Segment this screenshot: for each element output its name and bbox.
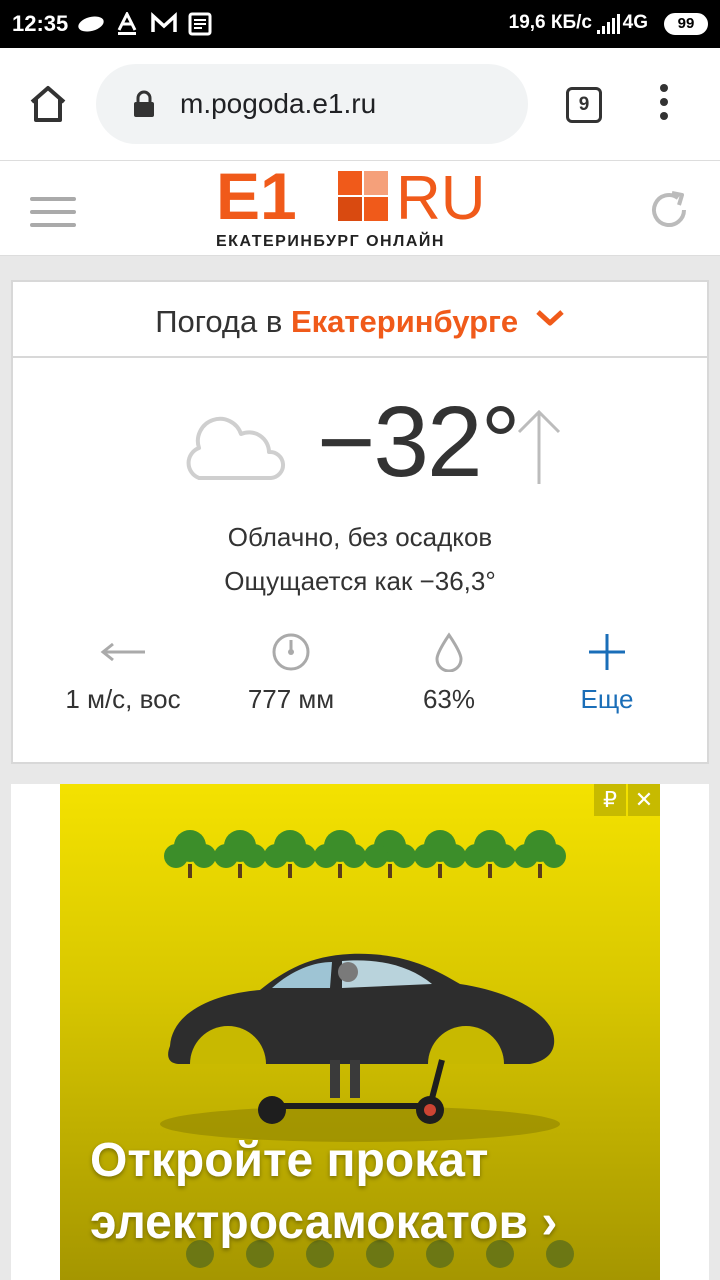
status-time: 12:35 <box>12 11 69 36</box>
browser-toolbar: m.pogoda.e1.ru 9 <box>0 48 720 160</box>
city-selector[interactable]: Погода в Екатеринбурге <box>13 282 707 358</box>
plus-icon <box>589 634 625 670</box>
site-header: E1 RU ЕКАТЕРИНБУРГ ОНЛАЙН <box>0 159 720 256</box>
svg-text:E1: E1 <box>216 165 297 231</box>
weather-card: Погода в Екатеринбурге −32° Облачно, без… <box>11 280 709 764</box>
weather-condition: Облачно, без осадков <box>227 522 493 552</box>
battery-icon: 99 <box>664 13 708 35</box>
tab-switcher-button[interactable]: 9 <box>566 87 602 123</box>
more-button[interactable]: Еще <box>507 632 707 715</box>
arrow-left-icon <box>100 642 145 662</box>
ad-headline-line2: электросамокатов › <box>90 1196 558 1249</box>
e1-logo-mark: E1 RU <box>216 159 486 233</box>
lock-icon <box>134 90 154 117</box>
screen: 12:35 19,6 КБ/с 4G 99 m.pogoda.e1.ru 9 E… <box>0 0 720 1280</box>
browser-menu-icon[interactable] <box>652 84 676 128</box>
notification-app-icon <box>78 16 104 32</box>
news-icon <box>188 12 212 36</box>
water-drop-icon <box>435 632 463 672</box>
alfa-bank-icon <box>117 12 137 35</box>
hamburger-menu-icon[interactable] <box>30 197 76 227</box>
title-prefix: Погода в <box>155 304 283 339</box>
more-label: Еще <box>580 684 634 714</box>
city-name: Екатеринбурге <box>290 304 519 339</box>
ad-container: ₽ ✕ Откройте прокат электросамокатов › <box>11 784 709 1280</box>
gmail-icon <box>151 12 177 32</box>
arrow-up-icon <box>517 409 561 484</box>
scooter-rental-ad[interactable]: ₽ ✕ Откройте прокат электросамокатов › <box>60 784 660 1280</box>
url-text: m.pogoda.e1.ru <box>180 88 377 119</box>
signal-icon <box>597 14 620 34</box>
status-bar: 12:35 19,6 КБ/с 4G 99 <box>0 0 720 48</box>
refresh-icon[interactable] <box>646 187 692 233</box>
svg-text:RU: RU <box>396 165 486 231</box>
temperature-value: −32° <box>317 386 521 498</box>
ad-headline-line1: Откройте прокат <box>90 1134 489 1187</box>
network-speed: 19,6 КБ/с <box>508 12 592 33</box>
e1-logo[interactable]: E1 RU ЕКАТЕРИНБУРГ ОНЛАЙН <box>216 159 498 253</box>
ad-currency-badge[interactable]: ₽ <box>594 784 626 816</box>
address-bar[interactable]: m.pogoda.e1.ru <box>96 64 528 144</box>
logo-tagline: ЕКАТЕРИНБУРГ ОНЛАЙН <box>216 233 445 250</box>
gauge-icon <box>272 633 310 671</box>
cloud-icon <box>186 416 285 480</box>
ad-close-button[interactable]: ✕ <box>628 784 660 816</box>
network-type: 4G <box>622 12 648 33</box>
ad-headline: Откройте прокат электросамокатов › <box>90 1130 650 1254</box>
chevron-down-icon <box>536 310 564 326</box>
feels-like: Ощущается как −36,3° <box>224 566 496 596</box>
home-icon[interactable] <box>24 80 72 128</box>
